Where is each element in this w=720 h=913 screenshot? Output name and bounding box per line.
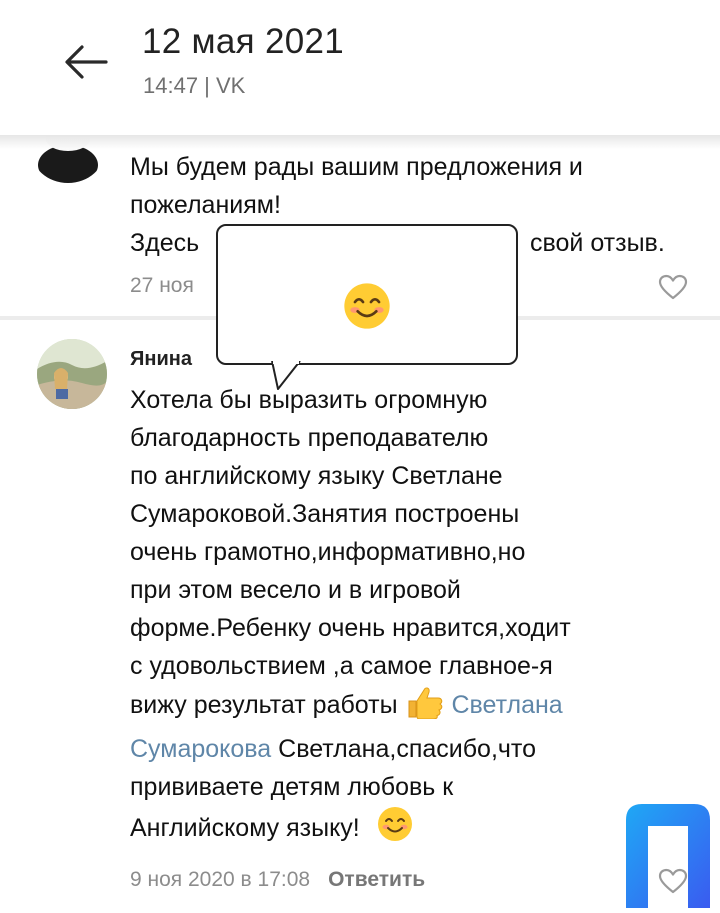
- smiling-face-emoji: [343, 282, 391, 335]
- comment-line: форме.Ребенку очень нравится,ходит: [130, 614, 571, 642]
- comment-line: Английскому языку!: [130, 806, 690, 853]
- brand-logo: [622, 800, 714, 908]
- comment-line: по английскому языку Светлане: [130, 462, 503, 490]
- arrow-left-icon: [65, 45, 108, 79]
- speech-bubble-tail: [271, 361, 301, 390]
- header: 12 мая 2021 14:47 | VK: [0, 0, 720, 135]
- comment-line: Сумарокова Светлана,спасибо,что: [130, 730, 690, 768]
- comment-meta: 9 ноя 2020 в 17:08 Ответить: [130, 868, 425, 892]
- avatar[interactable]: [37, 339, 107, 409]
- comment-line: прививаете детям любовь к: [130, 773, 454, 801]
- comment-line: Мы будем рады вашим предложения и: [130, 153, 583, 181]
- comment-line-end: свой отзыв.: [530, 229, 665, 257]
- smiling-face-emoji: [377, 806, 413, 853]
- comment-line-text: вижу результат работы: [130, 691, 398, 719]
- comment-date: 9 ноя 2020 в 17:08: [130, 868, 311, 891]
- reply-button[interactable]: Ответить: [328, 868, 425, 891]
- header-meta: 14:47 | VK: [143, 73, 246, 98]
- like-button[interactable]: [658, 274, 688, 300]
- header-date: 12 мая 2021: [142, 22, 345, 61]
- header-shadow: [0, 135, 720, 149]
- comment-line: вижу результат работы Светлана: [130, 685, 690, 730]
- heart-outline-icon: [658, 274, 688, 300]
- comment-line: благодарность преподавателю: [130, 424, 489, 452]
- mention-link[interactable]: Сумарокова: [130, 735, 271, 763]
- comment-line: очень грамотно,информативно,но: [130, 538, 526, 566]
- comment-text: Хотела бы выразить огромную благодарност…: [130, 381, 690, 853]
- thumbs-up-emoji: [405, 685, 445, 730]
- comment-line: при этом весело и в игровой: [130, 576, 461, 604]
- comment-line-text: Английскому языку!: [130, 814, 360, 842]
- comment-line-text: Светлана,спасибо,что: [271, 735, 536, 763]
- comment-author[interactable]: Янина: [130, 348, 192, 371]
- comment-line: Сумароковой.Занятия построены: [130, 500, 520, 528]
- back-button[interactable]: [58, 38, 114, 86]
- comment-date: 27 ноя: [130, 274, 194, 297]
- comment-line-start: Здесь: [130, 229, 200, 257]
- comment-line: пожеланиям!: [130, 191, 281, 219]
- comment-line: с удовольствием ,а самое главное-я: [130, 652, 553, 680]
- mention-link[interactable]: Светлана: [451, 691, 562, 719]
- comment-line: Хотела бы выразить огромную: [130, 386, 488, 414]
